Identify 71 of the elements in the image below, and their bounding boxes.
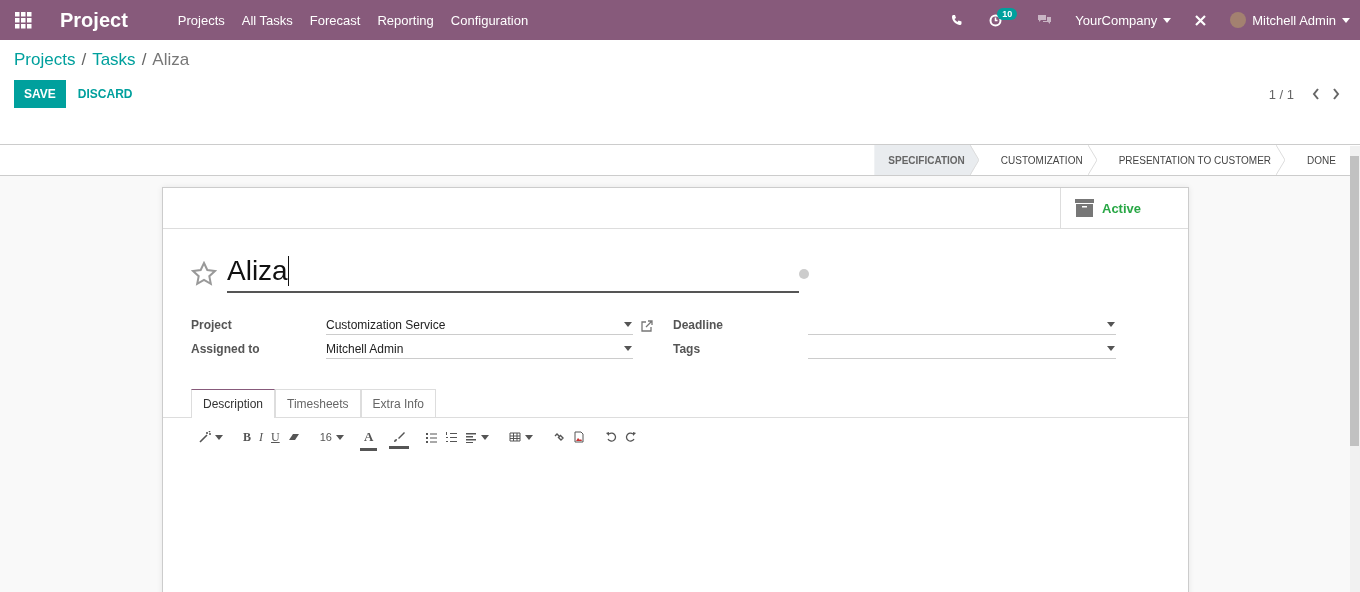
magic-wand-icon: [199, 431, 211, 443]
breadcrumb-current: Aliza: [152, 50, 190, 71]
caret-icon: [1163, 17, 1172, 23]
caret-icon: [481, 434, 490, 440]
numbered-list-icon: [445, 431, 458, 443]
font-size-button[interactable]: 16: [315, 431, 348, 443]
table-icon: [509, 431, 522, 443]
user-menu[interactable]: Mitchell Admin: [1230, 12, 1350, 28]
app-name: Project: [60, 8, 128, 32]
clock-icon[interactable]: [989, 13, 1003, 27]
underline-button[interactable]: U: [267, 429, 284, 445]
brush-icon: [393, 431, 406, 443]
menu-item[interactable]: Reporting: [377, 12, 434, 28]
image-icon: [573, 431, 586, 443]
company-switcher[interactable]: YourCompany: [1075, 12, 1172, 28]
link-icon: [553, 431, 566, 443]
caret-icon: [1107, 346, 1115, 351]
dropdown-field[interactable]: Mitchell Admin: [326, 339, 633, 359]
archive-icon: [1075, 199, 1094, 217]
breadcrumb-link[interactable]: Projects: [14, 50, 76, 72]
status-dot[interactable]: [799, 269, 809, 279]
active-button[interactable]: Active: [1060, 188, 1188, 228]
field-label: Tags: [673, 342, 702, 358]
bold-button[interactable]: B: [239, 429, 255, 445]
menu-item[interactable]: Forecast: [309, 12, 361, 28]
align-icon: [465, 431, 478, 443]
caret-icon: [525, 434, 534, 440]
field-label: Project: [191, 318, 233, 334]
menu-item[interactable]: Configuration: [450, 12, 529, 28]
italic-button[interactable]: I: [255, 429, 267, 445]
stage-chevron-icon: [969, 145, 979, 175]
redo-icon: [625, 431, 638, 443]
tab[interactable]: Extra Info: [360, 389, 436, 417]
chat-icon[interactable]: [1037, 14, 1053, 26]
font-color-button[interactable]: A: [359, 429, 378, 451]
stage-chevron-icon: [1087, 145, 1097, 175]
highlight-button[interactable]: [389, 431, 410, 449]
apps-menu-icon[interactable]: [14, 11, 32, 29]
undo-icon: [605, 431, 618, 443]
dropdown-field[interactable]: Customization Service: [326, 315, 633, 335]
caret-icon: [624, 322, 632, 327]
stage-button[interactable]: SPECIFICATION: [874, 145, 979, 175]
stage-chevron-icon: [1276, 145, 1286, 175]
task-name-field[interactable]: Aliza: [227, 255, 799, 293]
caret-icon: [335, 434, 344, 440]
activity-count-badge: 10: [997, 7, 1018, 20]
tab[interactable]: Timesheets: [275, 389, 361, 417]
discard-button[interactable]: DISCARD: [65, 80, 145, 108]
breadcrumb-separator: /: [81, 50, 87, 71]
caret-icon: [624, 346, 632, 351]
scrollbar[interactable]: [1350, 146, 1360, 592]
caret-icon: [215, 434, 223, 440]
save-button[interactable]: SAVE: [14, 80, 66, 108]
field-label: Deadline: [673, 318, 724, 334]
caret-icon: [1107, 322, 1115, 327]
field-label: Assigned to: [191, 342, 261, 358]
eraser-icon: [287, 431, 300, 443]
star-icon[interactable]: [191, 261, 217, 287]
menu-item[interactable]: Projects: [177, 12, 225, 28]
pager-counter: 1 / 1: [1268, 86, 1294, 102]
breadcrumb-separator: /: [141, 50, 147, 71]
caret-icon: [1342, 17, 1350, 23]
tab[interactable]: Description: [191, 389, 276, 418]
bullet-list-icon: [425, 431, 438, 443]
phone-icon[interactable]: [951, 14, 964, 26]
menu-item[interactable]: All Tasks: [241, 12, 293, 28]
external-link-icon[interactable]: [641, 320, 653, 332]
previous-icon[interactable]: [1312, 88, 1320, 100]
next-icon[interactable]: [1332, 88, 1340, 100]
breadcrumb-link[interactable]: Tasks: [92, 50, 136, 72]
avatar: [1230, 12, 1247, 28]
